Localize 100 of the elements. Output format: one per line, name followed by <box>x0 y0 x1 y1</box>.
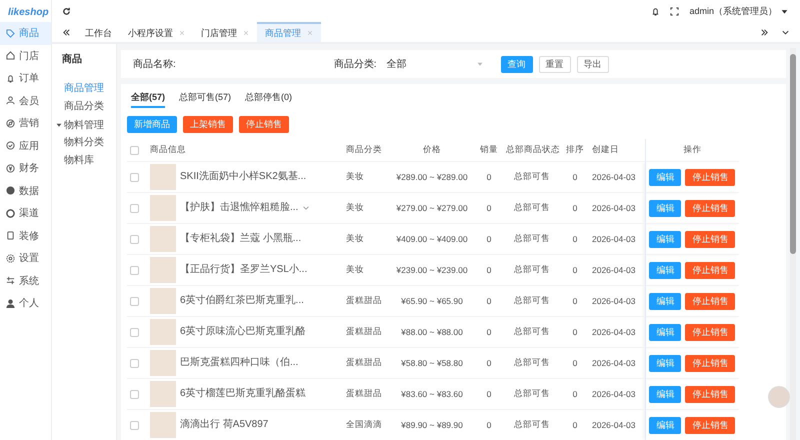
close-icon[interactable] <box>179 30 185 36</box>
filter-button[interactable]: 重置 <box>538 56 571 72</box>
sidebar-item[interactable]: 门店 <box>0 44 51 67</box>
table-cell: 0 <box>486 265 492 275</box>
table-cell: 蛋糕甜品 <box>346 326 382 336</box>
caret-down-icon <box>476 61 483 67</box>
close-icon[interactable] <box>307 30 313 36</box>
table-cell: 2026-04-03 <box>592 420 636 430</box>
table-cell: 总部可售 <box>514 295 550 305</box>
table-cell: ¥83.60 ~ ¥83.60 <box>401 389 463 399</box>
table-cell: 0 <box>486 358 492 368</box>
table-cell: 0 <box>486 296 492 306</box>
house-icon <box>6 51 15 60</box>
table-cell: ¥239.00 ~ ¥239.00 <box>396 265 468 275</box>
sidebar-item[interactable]: 财务 <box>0 157 51 180</box>
status-tab[interactable]: 全部(57) <box>131 86 166 108</box>
compass-icon <box>6 118 15 128</box>
sidebar-item[interactable]: 装修 <box>0 224 51 247</box>
checkbox[interactable] <box>130 204 139 212</box>
sidebar-item[interactable]: 个人 <box>0 292 51 314</box>
table-cell: 总部可售 <box>514 357 550 367</box>
checkbox[interactable] <box>130 234 139 244</box>
sidebar-item[interactable]: 会员 <box>0 90 51 112</box>
table-cell: 美妆 <box>346 202 364 212</box>
column-header: 总部商品状态 <box>506 144 560 154</box>
table-cell: 蛋糕甜品 <box>346 388 382 398</box>
status-tab[interactable]: 总部停售(0) <box>245 86 292 108</box>
table-cell: ¥88.00 ~ ¥88.00 <box>401 327 463 337</box>
bell-icon[interactable] <box>651 6 660 16</box>
sidebar-item[interactable]: 数据 <box>0 180 51 202</box>
checkbox[interactable] <box>130 296 139 306</box>
table-cell: 0 <box>572 172 578 182</box>
checkbox[interactable] <box>130 172 139 182</box>
product-name: 滴滴出行 荷A5V897 <box>180 419 268 431</box>
table-cell: 2026-04-03 <box>592 265 636 275</box>
expand-right-icon[interactable] <box>760 28 769 36</box>
sidebar-item[interactable]: 渠道 <box>0 202 51 224</box>
submenu-item[interactable]: 商品分类 <box>52 98 116 116</box>
submenu-group[interactable]: 物料管理 <box>52 116 116 134</box>
table-cell: ¥58.80 ~ ¥58.80 <box>401 358 463 368</box>
tab[interactable]: 门店管理 <box>193 22 257 42</box>
photo-placeholder <box>150 381 176 407</box>
sidebar-item[interactable]: 设置 <box>0 247 51 270</box>
table-cell: 0 <box>572 389 578 399</box>
table-cell: 0 <box>572 296 578 306</box>
sliders-icon <box>6 276 15 286</box>
table-cell: 0 <box>486 389 492 399</box>
checkbox[interactable] <box>130 266 139 274</box>
tab[interactable]: 工作台 <box>77 22 120 42</box>
table-cell: 0 <box>486 420 492 430</box>
table-cell: 0 <box>572 327 578 337</box>
checkbox[interactable] <box>130 420 139 430</box>
product-name: 【护肤】击退憔悴粗糙脸... <box>180 202 298 214</box>
caret-icon[interactable] <box>781 8 788 14</box>
sidebar-item[interactable]: 订单 <box>0 67 51 90</box>
refresh-icon[interactable] <box>62 6 71 16</box>
table-cell: 蛋糕甜品 <box>346 357 382 367</box>
table-cell: 2026-04-03 <box>592 203 636 213</box>
submenu-item[interactable]: 物料分类 <box>52 134 116 152</box>
table-cell: 总部可售 <box>514 419 550 429</box>
submenu-title: 商品 <box>61 52 83 67</box>
sidebar-item[interactable]: 营销 <box>0 112 51 134</box>
column-header: 排序 <box>566 144 584 154</box>
product-name: 【专柜礼袋】兰蔻 小黑瓶... <box>180 233 302 245</box>
checkbox[interactable] <box>130 328 139 336</box>
settings-icon <box>6 254 15 263</box>
checkbox[interactable] <box>130 358 139 368</box>
sidebar-item[interactable]: 系统 <box>0 270 51 292</box>
table-cell: 总部可售 <box>514 233 550 243</box>
collapse-icon[interactable] <box>62 28 71 36</box>
table-cell: 0 <box>572 265 578 275</box>
photo-placeholder <box>150 350 176 376</box>
check-circle-icon <box>6 141 15 150</box>
user-menu[interactable]: admin（系统管理员） <box>689 4 777 18</box>
table-cell: 总部可售 <box>514 171 550 181</box>
tab[interactable]: 小程序设置 <box>120 22 193 42</box>
photo-placeholder <box>150 319 176 345</box>
tablet-icon <box>6 231 15 240</box>
table-cell: 0 <box>486 327 492 337</box>
product-name: 6英寸伯爵红茶巴斯克重乳... <box>180 295 304 307</box>
photo-placeholder <box>150 257 176 283</box>
filter-button[interactable]: 导出 <box>576 56 609 72</box>
column-header: 销量 <box>480 144 498 154</box>
sidebar-item[interactable]: 应用 <box>0 134 51 157</box>
field-label: 商品名称: <box>133 58 176 71</box>
checkbox[interactable] <box>130 146 139 154</box>
checkbox[interactable] <box>130 390 139 398</box>
column-header: 操作 <box>683 144 702 154</box>
scrollbar[interactable] <box>790 48 796 440</box>
category-select[interactable]: 全部 <box>382 56 487 72</box>
status-tab[interactable]: 总部可售(57) <box>179 86 232 108</box>
logo: likeshop <box>7 6 50 20</box>
close-icon[interactable] <box>243 30 249 36</box>
field-label: 商品分类: <box>334 58 377 71</box>
table-cell: 2026-04-03 <box>592 172 636 182</box>
table-cell: 2026-04-03 <box>592 358 636 368</box>
submenu-item[interactable]: 物料库 <box>52 152 116 170</box>
table-cell: 0 <box>572 358 578 368</box>
table-cell: 0 <box>572 234 578 244</box>
fullscreen-icon[interactable] <box>670 6 680 16</box>
